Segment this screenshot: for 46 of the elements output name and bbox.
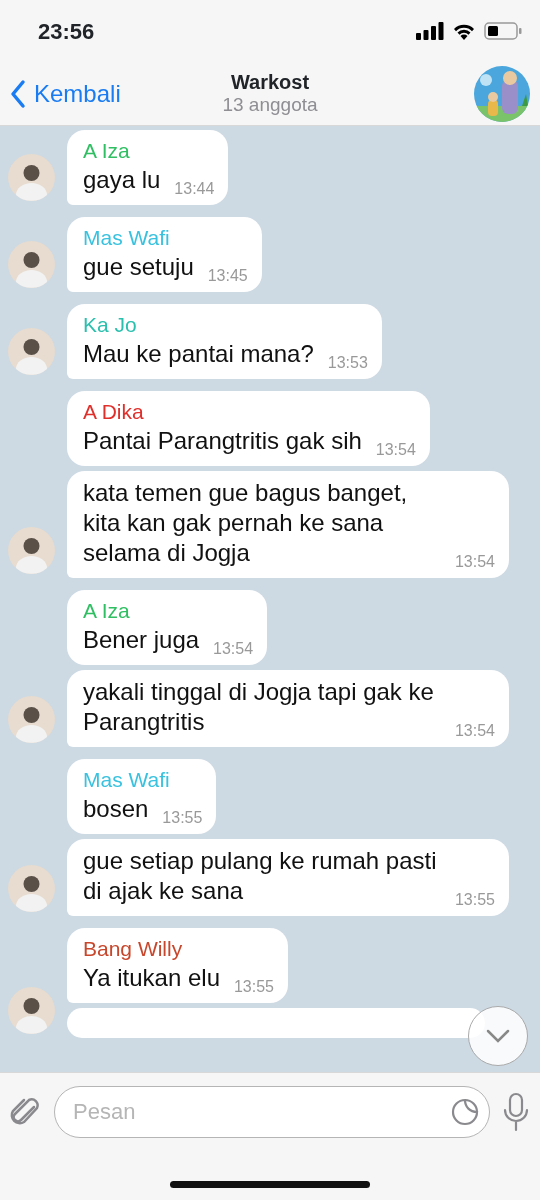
microphone-icon[interactable]	[502, 1091, 530, 1132]
message-text: gue setiap pulang ke rumah pasti di ajak ke sana	[83, 846, 438, 906]
message-text: Ya itukan elu	[83, 963, 220, 993]
sticker-icon[interactable]	[450, 1096, 480, 1127]
chevron-down-icon	[486, 1029, 510, 1043]
wifi-icon	[452, 22, 476, 40]
avatar[interactable]	[8, 987, 55, 1034]
message-text: yakali tinggal di Jogja tapi gak ke Parangtritis	[83, 677, 435, 737]
avatar[interactable]	[8, 328, 55, 375]
chat-title: Warkost	[229, 70, 311, 95]
sender-name: A Iza	[83, 598, 131, 624]
message-text: kata temen gue bagus banget, kita kan gak pernah ke sana selama di Jogja	[83, 478, 409, 568]
message-time: 13:55	[162, 808, 203, 828]
message-time: 13:55	[233, 977, 274, 997]
member-count: 13 anggota	[222, 94, 318, 117]
sender-name: Bang Willy	[83, 936, 184, 962]
message-text: Pantai Parangtritis gak sih	[83, 426, 362, 456]
message-time: 13:54	[375, 440, 416, 460]
signal-icon	[416, 22, 444, 40]
sender-name: A Dika	[83, 399, 145, 425]
back-chevron-icon	[10, 78, 26, 109]
avatar[interactable]	[8, 527, 55, 574]
message-time: 13:54	[454, 721, 495, 741]
message-field[interactable]: Pesan	[54, 1085, 490, 1138]
message-text: gue setuju	[83, 252, 194, 282]
avatar[interactable]	[8, 241, 55, 288]
message-time: 13:55	[454, 890, 495, 910]
sender-name: Mas Wafi	[83, 225, 171, 251]
message-time: 13:54	[213, 639, 254, 659]
battery-icon	[484, 22, 522, 40]
avatar[interactable]	[8, 865, 55, 912]
message-time: 13:45	[207, 266, 248, 286]
message-text: Bener juga	[83, 625, 200, 655]
message-time: 13:53	[327, 353, 368, 373]
message-text: bosen	[83, 794, 149, 824]
avatar[interactable]	[8, 696, 55, 743]
message-text: gaya lu	[83, 165, 161, 195]
sender-name: A Iza	[83, 138, 131, 164]
status-time: 23:56	[38, 17, 95, 46]
sender-name: Mas Wafi	[83, 767, 171, 793]
back-button[interactable]: Kembali	[10, 75, 121, 112]
message-text: Mau ke pantai mana?	[83, 339, 314, 369]
message-time: 13:44	[174, 179, 215, 199]
message-time: 13:54	[454, 552, 495, 572]
avatar[interactable]	[8, 154, 55, 201]
sender-name: Ka Jo	[83, 312, 138, 338]
